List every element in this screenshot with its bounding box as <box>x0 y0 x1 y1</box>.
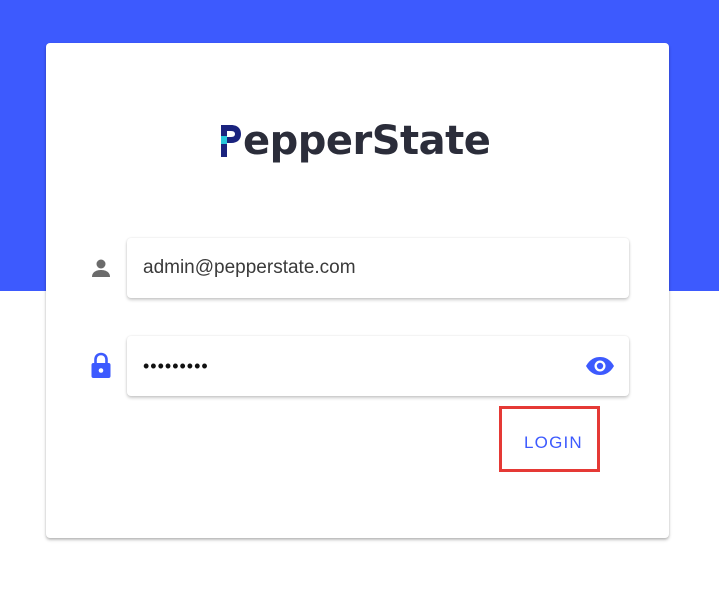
brand-logo: epperState <box>219 113 491 169</box>
email-input[interactable] <box>143 238 573 298</box>
password-field-container <box>127 336 629 396</box>
email-row <box>82 238 629 298</box>
password-input[interactable] <box>143 336 573 396</box>
eye-icon[interactable] <box>585 354 615 378</box>
person-icon <box>82 254 120 282</box>
logo-p-icon <box>221 125 241 157</box>
login-button[interactable]: LOGIN <box>510 424 596 462</box>
logo-text: epperState <box>243 118 491 164</box>
password-row <box>82 336 629 396</box>
email-field-container <box>127 238 629 298</box>
logo-mark <box>219 121 243 161</box>
lock-icon <box>82 352 120 380</box>
